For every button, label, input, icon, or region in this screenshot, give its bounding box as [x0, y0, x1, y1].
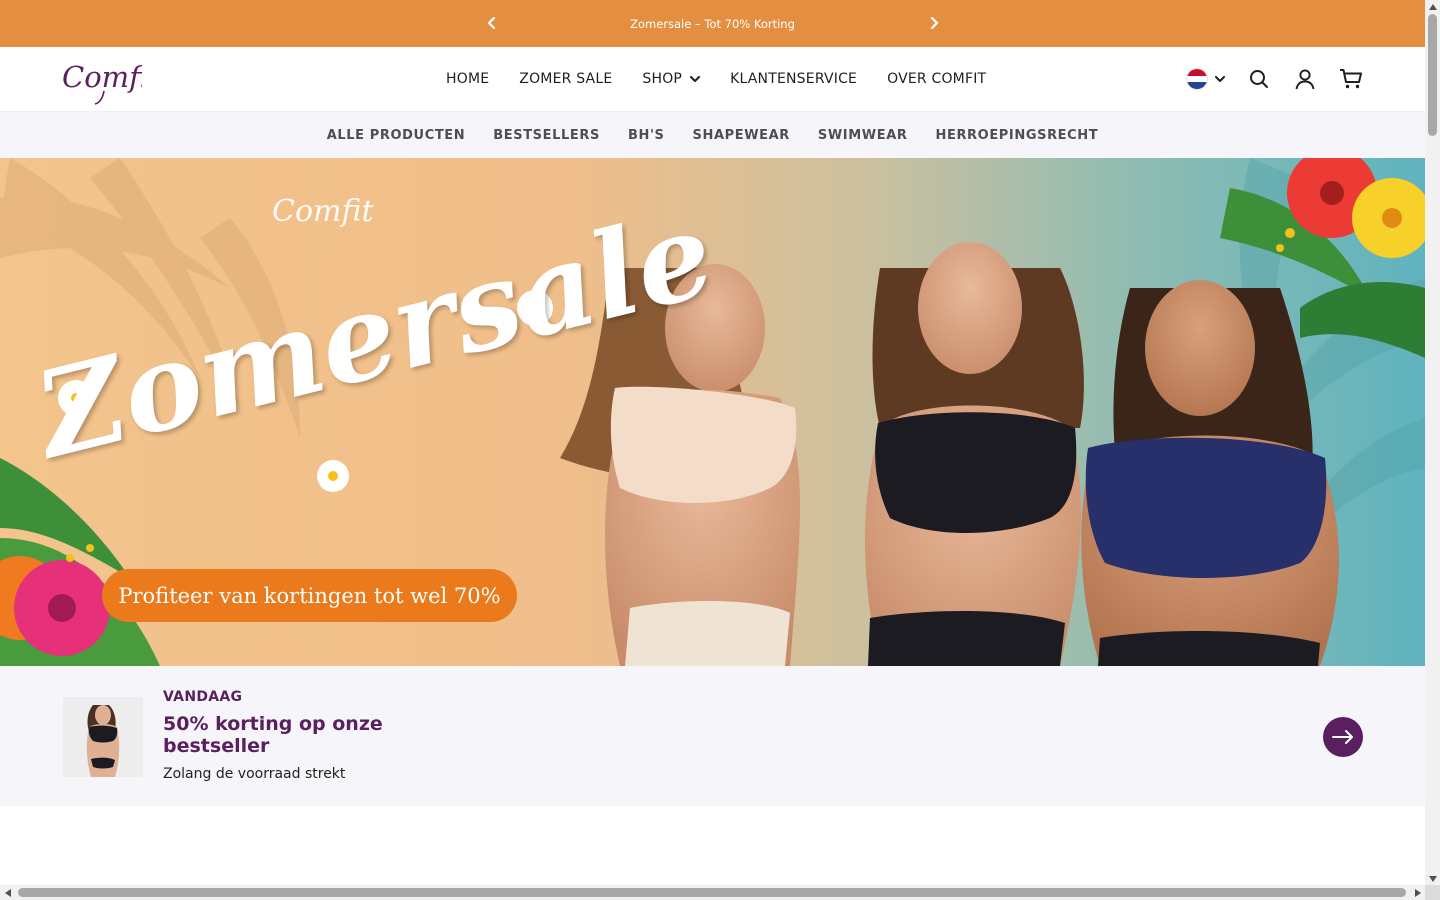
category-herroepingsrecht[interactable]: HERROEPINGSRECHT [935, 128, 1098, 143]
promo-eyebrow: VANDAAG [163, 689, 243, 705]
category-nav: ALLE PRODUCTEN BESTSELLERS BH'S SHAPEWEA… [0, 111, 1425, 158]
hero-banner[interactable]: Comfit Zomersale Profiteer van kortingen… [0, 158, 1425, 666]
promo-subtitle: Zolang de voorraad strekt [163, 766, 346, 782]
announcement-prev-button[interactable] [481, 12, 503, 34]
scroll-right-arrow[interactable] [1413, 888, 1422, 897]
nav-home-label: HOME [446, 71, 490, 87]
netherlands-flag-icon [1187, 69, 1207, 89]
chevron-down-icon [1215, 75, 1225, 82]
announcement-next-button[interactable] [923, 12, 945, 34]
nav-shop[interactable]: SHOP [642, 71, 701, 87]
header-actions [1187, 47, 1363, 111]
locale-selector[interactable] [1187, 69, 1225, 89]
announcement-bar: Zomersale – Tot 70% Korting [0, 0, 1425, 47]
scroll-left-arrow[interactable] [3, 888, 12, 897]
promo-arrow-button[interactable] [1323, 717, 1363, 757]
cart-button[interactable] [1339, 67, 1363, 91]
announcement-message[interactable]: Zomersale – Tot 70% Korting [630, 17, 795, 31]
promo-strip[interactable]: VANDAAG 50% korting op onze bestseller Z… [0, 666, 1425, 806]
promo-product-image[interactable] [63, 697, 143, 777]
chevron-left-icon [487, 17, 496, 29]
chevron-right-icon [930, 17, 939, 29]
site-header: Comfit HOME ZOMER SALE SHOP KLANTENSERVI… [0, 47, 1425, 111]
search-icon [1250, 70, 1268, 88]
scroll-down-arrow[interactable] [1428, 874, 1437, 883]
nav-over-comfit-label: OVER COMFIT [887, 71, 987, 87]
promo-text-block: VANDAAG 50% korting op onze bestseller Z… [163, 689, 443, 782]
scrollbar-corner [1425, 885, 1440, 900]
nav-klantenservice-label: KLANTENSERVICE [730, 71, 858, 87]
account-icon [1295, 68, 1315, 89]
nav-home[interactable]: HOME [446, 71, 489, 87]
category-swimwear[interactable]: SWIMWEAR [818, 128, 908, 143]
horizontal-scrollbar[interactable] [0, 885, 1425, 900]
vertical-scrollbar[interactable] [1425, 0, 1440, 885]
account-button[interactable] [1293, 67, 1317, 91]
chevron-down-icon [690, 75, 701, 82]
search-button[interactable] [1247, 67, 1271, 91]
comfit-logo[interactable]: Comfit [62, 55, 160, 105]
arrow-right-icon [1332, 730, 1353, 744]
category-shapewear[interactable]: SHAPEWEAR [693, 128, 790, 143]
nav-over-comfit[interactable]: OVER COMFIT [887, 71, 986, 87]
category-bestsellers[interactable]: BESTSELLERS [493, 128, 600, 143]
main-nav: HOME ZOMER SALE SHOP KLANTENSERVICE OVER… [446, 47, 986, 111]
promo-title[interactable]: 50% korting op onze bestseller [163, 713, 443, 757]
horizontal-scroll-thumb[interactable] [18, 888, 1406, 897]
page-viewport: Zomersale – Tot 70% Korting Comfit HOME … [0, 0, 1425, 885]
logo-wordmark: Comfit [62, 60, 142, 94]
scroll-up-arrow[interactable] [1428, 2, 1437, 11]
hero-brand-logo: Comfit [272, 194, 374, 229]
hero-discount-badge: Profiteer van kortingen tot wel 70% [102, 569, 517, 622]
nav-zomer-sale-label: ZOMER SALE [519, 71, 613, 87]
nav-shop-label: SHOP [642, 71, 683, 87]
nav-klantenservice[interactable]: KLANTENSERVICE [730, 71, 857, 87]
vertical-scroll-thumb[interactable] [1428, 14, 1437, 136]
category-alle-producten[interactable]: ALLE PRODUCTEN [327, 128, 466, 143]
category-bhs[interactable]: BH'S [628, 128, 665, 143]
nav-zomer-sale[interactable]: ZOMER SALE [519, 71, 612, 87]
cart-icon [1340, 69, 1362, 89]
